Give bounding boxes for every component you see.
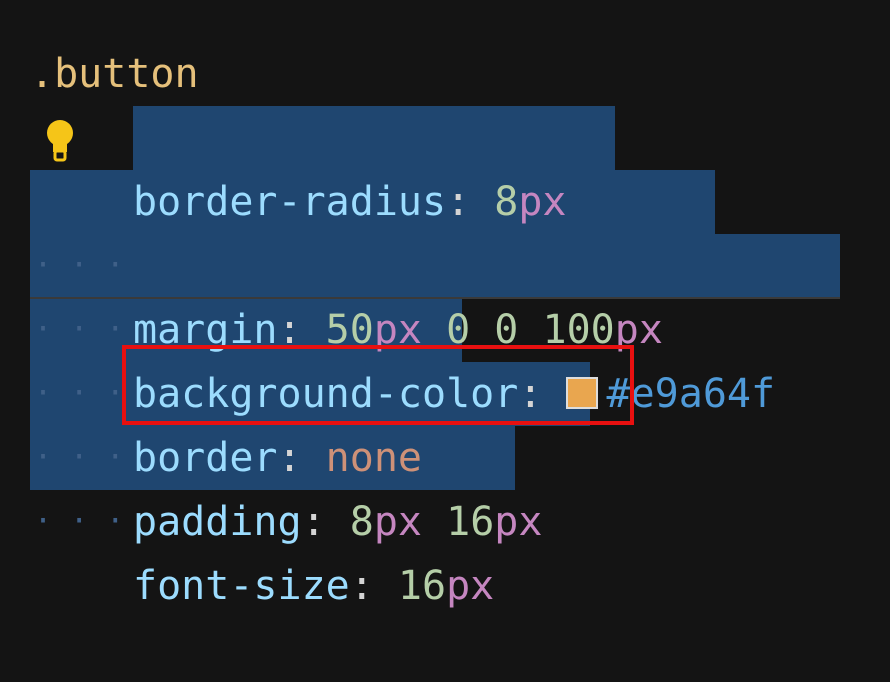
- property-name: padding: [133, 499, 302, 545]
- code-line-font-size[interactable]: · · · font-size: 16px: [0, 426, 494, 609]
- value-number: 16: [446, 499, 495, 545]
- code-line-border-radius[interactable]: border-radius: 8px: [0, 106, 567, 225]
- whitespace-dots: · · ·: [34, 504, 143, 539]
- value-keyword: none: [325, 435, 422, 481]
- value-unit: px: [446, 563, 495, 609]
- property-name: font-size: [133, 563, 350, 609]
- code-line-padding[interactable]: · · · padding: 8px 16px: [0, 362, 542, 545]
- highlight-box: [122, 345, 634, 425]
- code-line-margin[interactable]: · · · margin: 50px 0 0 100px: [0, 170, 663, 353]
- value-unit: px: [518, 179, 567, 225]
- value-number: 8: [494, 179, 519, 225]
- selection-highlight: [133, 106, 615, 170]
- code-line-background-color[interactable]: · · · background-color: #e9a64f: [0, 234, 775, 417]
- value-number: 16: [397, 563, 447, 609]
- value-unit: px: [494, 499, 543, 545]
- property-name: border: [133, 435, 278, 481]
- css-selector: .button: [30, 51, 199, 97]
- property-name: border-radius: [133, 179, 447, 225]
- code-line-border[interactable]: · · · border: none: [0, 298, 422, 481]
- selection-highlight: [30, 234, 840, 298]
- value-number: 8: [349, 499, 374, 545]
- value-unit: px: [373, 499, 423, 545]
